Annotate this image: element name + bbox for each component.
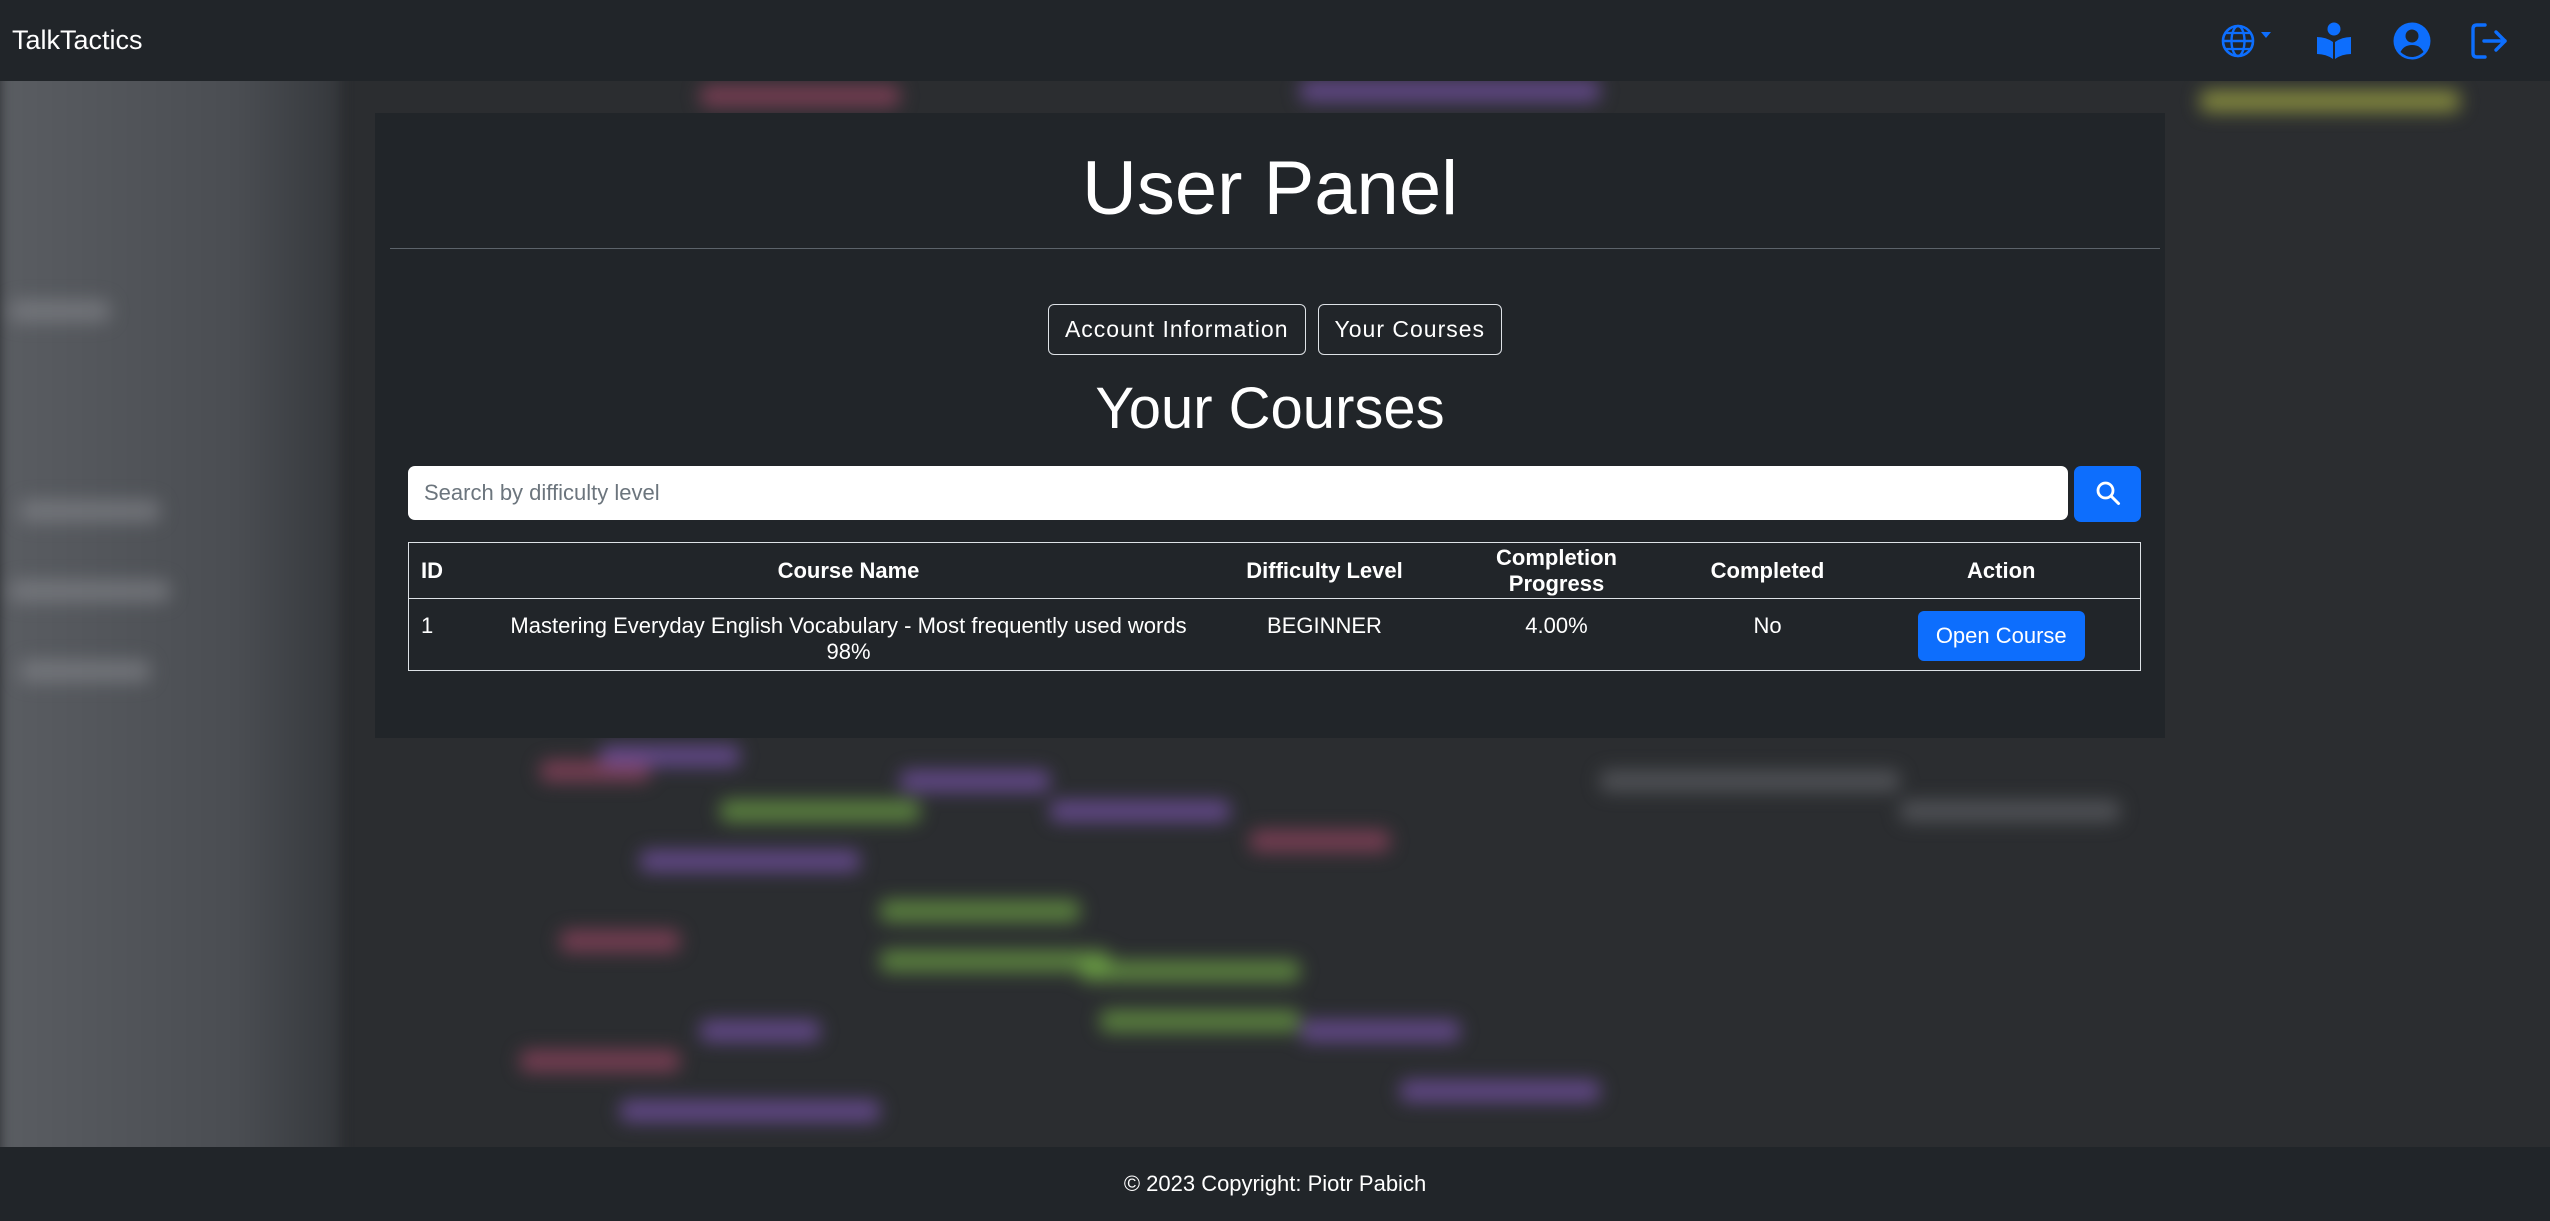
table-row: 1 Mastering Everyday English Vocabulary … (409, 599, 2141, 671)
search-button[interactable] (2074, 466, 2141, 522)
globe-icon (2220, 21, 2276, 61)
user-circle-icon (2392, 21, 2432, 61)
column-header-id: ID (408, 542, 489, 599)
open-course-button[interactable]: Open Course (1917, 611, 2085, 661)
search-input[interactable] (408, 466, 2068, 520)
navbar-icons (2220, 21, 2538, 61)
book-reader-icon (2314, 21, 2354, 61)
column-header-completed: Completed (1672, 542, 1863, 599)
cell-progress: 4.00% (1525, 613, 1588, 638)
column-header-course-name: Course Name (488, 542, 1209, 599)
cell-id: 1 (421, 613, 434, 638)
table-header-row: ID Course Name Difficulty Level Completi… (408, 542, 2141, 599)
column-header-progress: Completion Progress (1440, 542, 1673, 599)
cell-course-name: Mastering Everyday English Vocabulary - … (510, 613, 1187, 664)
user-panel: User Panel Account Information Your Cour… (375, 113, 2165, 738)
tab-your-courses[interactable]: Your Courses (1317, 304, 1503, 355)
courses-link[interactable] (2314, 21, 2354, 61)
top-navbar: TalkTactics (0, 0, 2550, 81)
cell-difficulty: BEGINNER (1267, 613, 1382, 638)
profile-link[interactable] (2392, 21, 2432, 61)
courses-table: ID Course Name Difficulty Level Completi… (408, 542, 2141, 671)
footer-copyright: © 2023 Copyright: Piotr Pabich (1123, 1171, 1427, 1196)
page-title: User Panel (1082, 146, 1458, 231)
cell-action: Open Course (1863, 599, 2141, 671)
cell-completed: No (1753, 613, 1782, 638)
language-dropdown[interactable] (2220, 21, 2276, 61)
footer: © 2023 Copyright: Piotr Pabich (0, 1147, 2550, 1221)
search-bar (408, 466, 2141, 522)
logout-button[interactable] (2470, 21, 2510, 61)
panel-tabs: Account Information Your Courses (375, 304, 2165, 355)
tab-account-information[interactable]: Account Information (1047, 304, 1306, 355)
column-header-action: Action (1862, 542, 2141, 599)
sign-out-icon (2470, 21, 2510, 61)
section-title: Your Courses (1095, 376, 1445, 441)
column-header-difficulty: Difficulty Level (1208, 542, 1441, 599)
search-icon (2095, 480, 2121, 509)
title-divider (390, 248, 2160, 249)
brand-logo[interactable]: TalkTactics (12, 25, 143, 56)
